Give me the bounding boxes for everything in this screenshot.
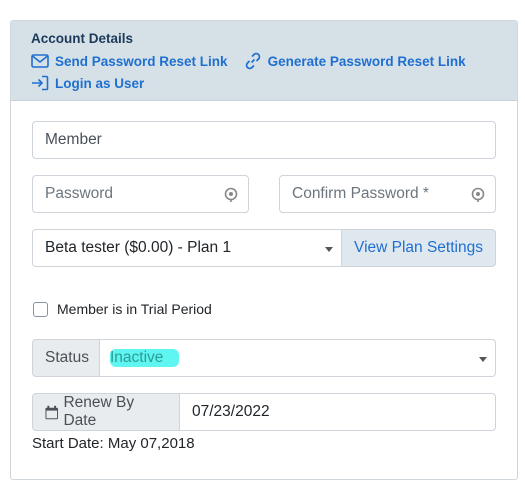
password-input[interactable]: Password [32,175,249,213]
status-addon: Status [32,339,100,377]
account-details-title: Account Details [31,31,134,46]
login-as-user-label: Login as User [55,75,145,91]
trial-period-row: Member is in Trial Period [33,301,212,317]
chevron-down-icon [325,247,333,252]
view-plan-settings-button[interactable]: View Plan Settings [341,229,496,267]
trial-period-checkbox[interactable] [33,301,48,317]
confirm-password-input[interactable]: Confirm Password * [279,175,496,213]
renew-by-date-input[interactable]: 07/23/2022 [180,393,496,431]
renew-by-date-addon: Renew By Date [32,393,180,431]
header-login-row: Login as User [31,72,517,94]
send-password-reset-link[interactable]: Send Password Reset Link [31,54,228,69]
status-value: Inactive [110,349,180,367]
status-select[interactable]: Inactive [100,339,496,377]
calendar-icon [45,405,58,419]
renew-by-date-label: Renew By Date [63,394,135,429]
trial-period-label: Member is in Trial Period [57,301,212,317]
member-value: Member [45,131,102,148]
renew-by-date-value: 07/23/2022 [192,403,270,420]
plan-selected-value: Beta tester ($0.00) - Plan 1 [45,239,232,256]
confirm-password-toggle-icon[interactable] [471,187,485,203]
account-details-card: Account Details Send Password Reset Link… [10,20,518,480]
link-icon [245,52,260,70]
generate-reset-label: Generate Password Reset Link [267,53,466,69]
password-toggle-icon[interactable] [224,187,238,203]
sign-in-icon [32,75,49,91]
envelope-icon [31,54,49,68]
start-date-text: Start Date: May 07,2018 [32,435,195,452]
header-links-row: Send Password Reset Link Generate Passwo… [31,50,517,72]
plan-select[interactable]: Beta tester ($0.00) - Plan 1 [32,229,342,267]
password-placeholder: Password [45,185,114,202]
confirm-password-placeholder: Confirm Password * [292,185,429,202]
card-header: Account Details Send Password Reset Link… [11,21,517,101]
status-chevron-down-icon [479,357,487,362]
member-input[interactable]: Member [32,121,496,159]
generate-password-reset-link[interactable]: Generate Password Reset Link [244,52,466,70]
login-as-user-link[interactable]: Login as User [31,75,144,91]
send-reset-label: Send Password Reset Link [55,53,228,69]
